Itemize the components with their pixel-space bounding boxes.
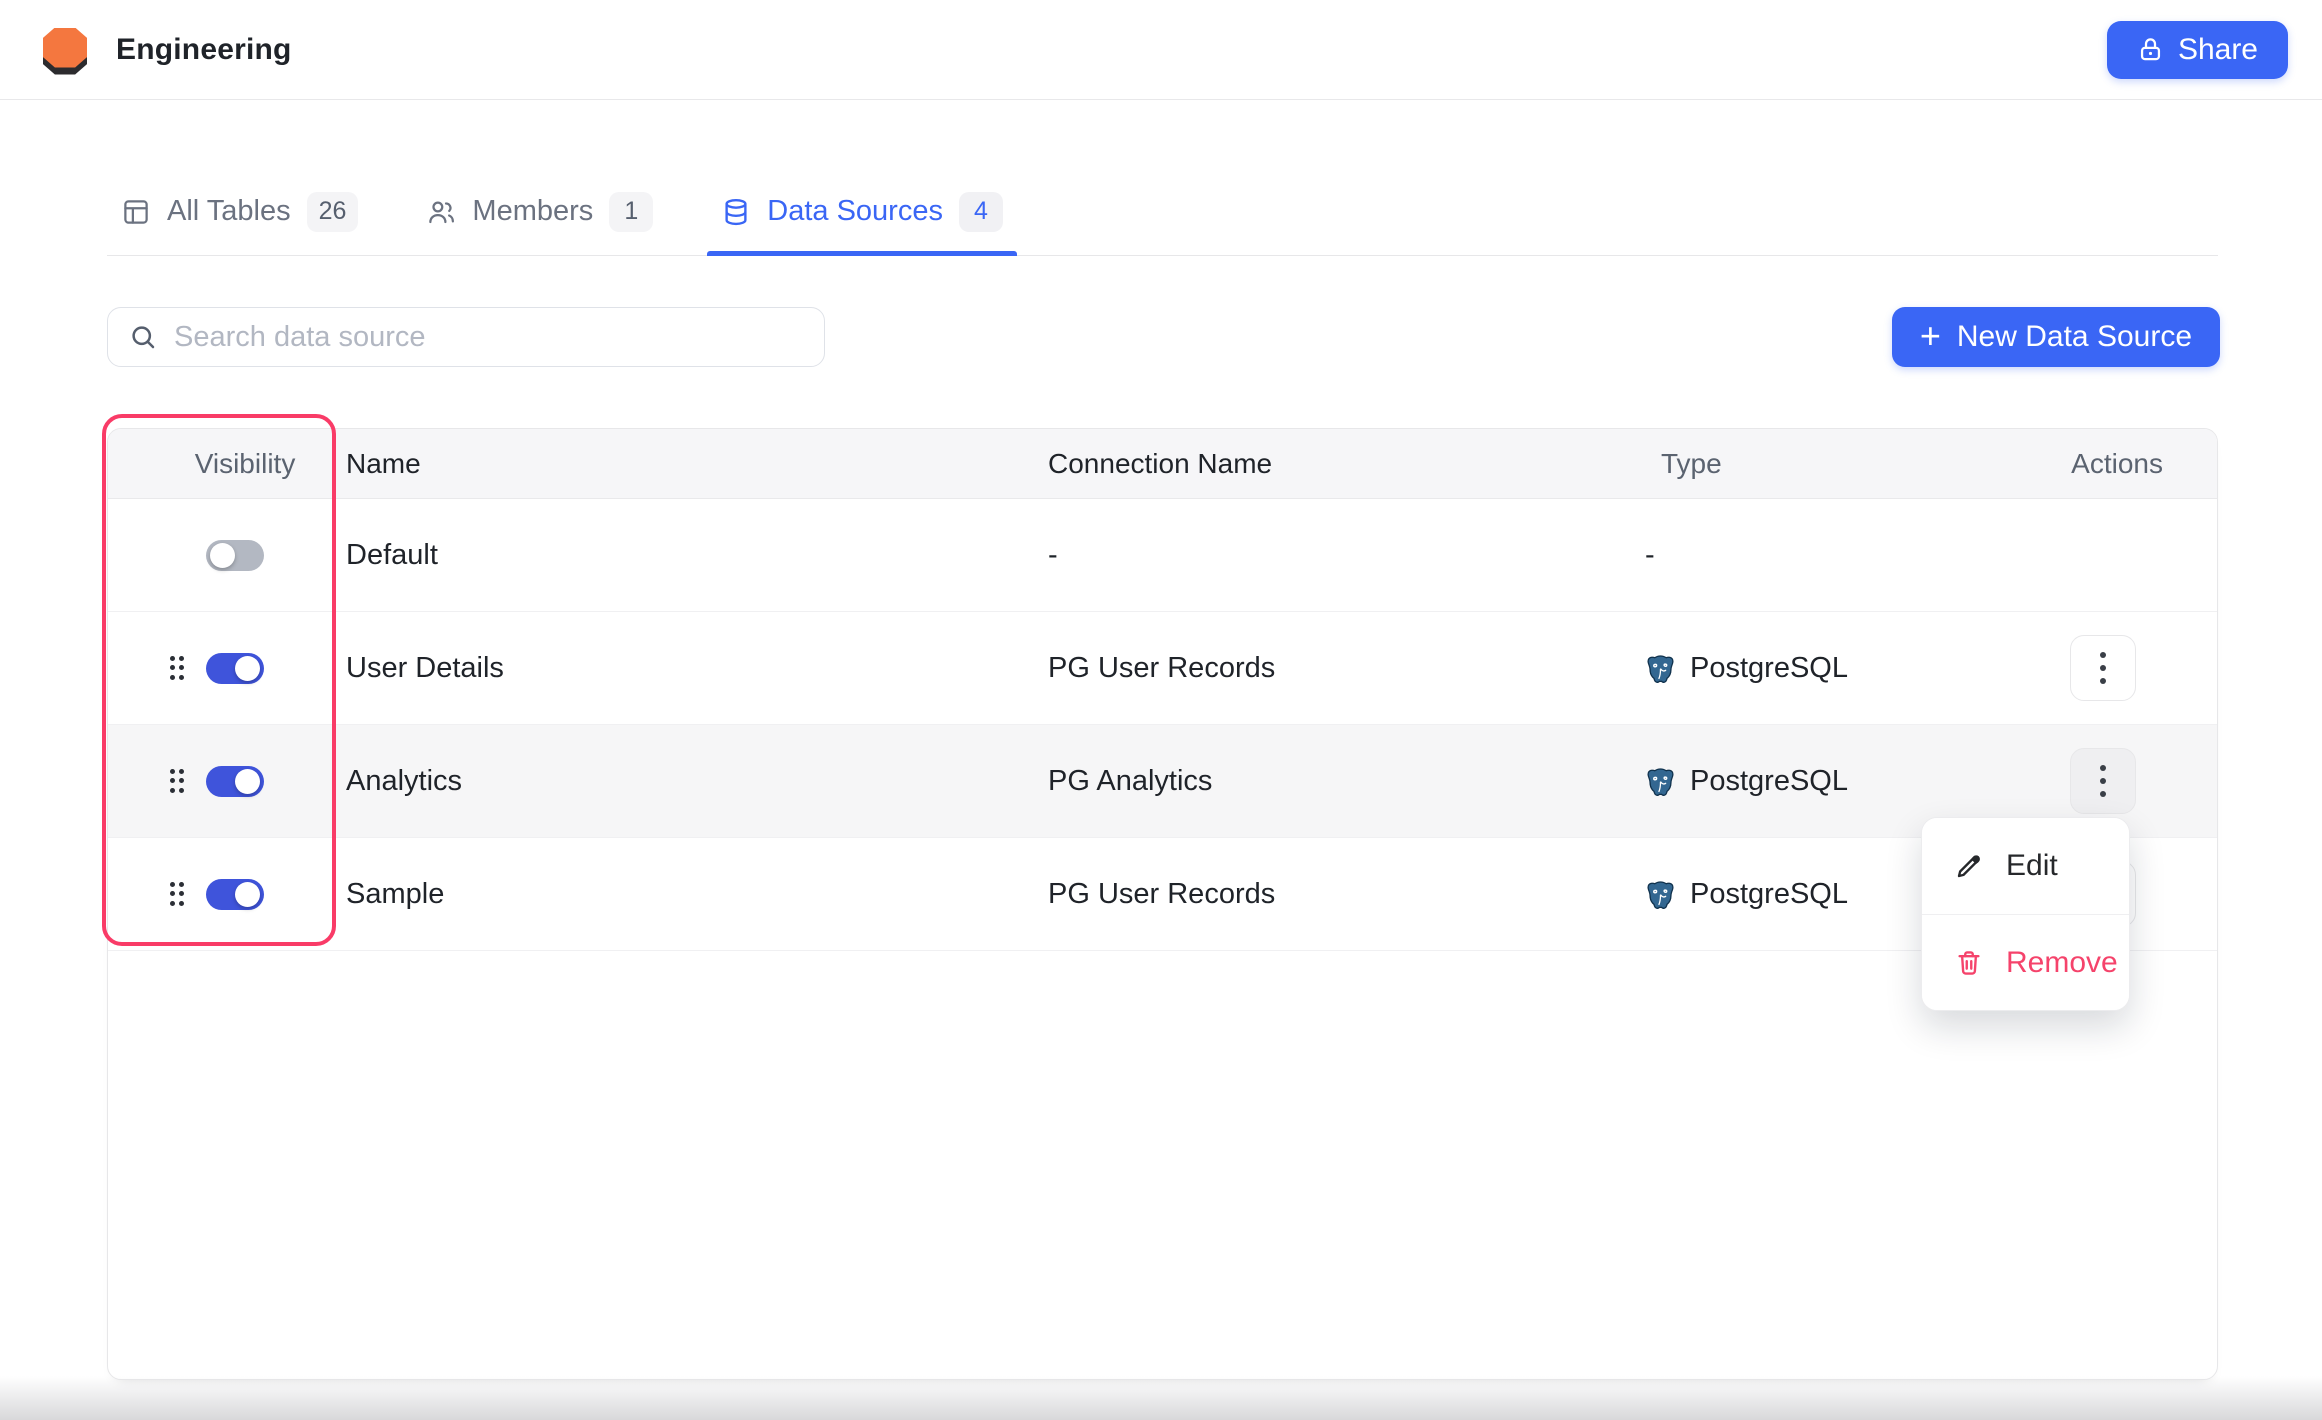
column-header-type: Type — [1631, 448, 2031, 480]
source-name: Sample — [334, 878, 1036, 911]
menu-item-remove[interactable]: Remove — [1922, 914, 2129, 1010]
source-type: PostgreSQL — [1690, 878, 1848, 911]
row-actions-button-open[interactable] — [2070, 748, 2136, 814]
search-input[interactable] — [174, 321, 804, 354]
tab-count-badge: 26 — [307, 192, 359, 232]
tab-data-sources[interactable]: Data Sources 4 — [707, 168, 1017, 255]
source-type: PostgreSQL — [1690, 765, 1848, 798]
column-header-name: Name — [334, 448, 1036, 480]
new-data-source-label: New Data Source — [1957, 320, 2192, 354]
top-bar: Engineering Share — [0, 0, 2322, 100]
new-data-source-button[interactable]: + New Data Source — [1892, 307, 2220, 367]
source-name: User Details — [334, 652, 1036, 685]
column-header-visibility: Visibility — [108, 448, 334, 480]
drag-handle-icon[interactable] — [168, 880, 186, 908]
trash-icon — [1954, 948, 1984, 978]
postgresql-icon — [1645, 766, 1676, 797]
visibility-toggle[interactable] — [206, 879, 264, 910]
search-icon — [128, 322, 158, 352]
share-button-label: Share — [2178, 33, 2258, 67]
column-header-connection-name: Connection Name — [1036, 448, 1631, 480]
source-name: Default — [334, 539, 1036, 572]
kebab-icon — [2100, 652, 2106, 684]
tab-label: All Tables — [167, 195, 291, 228]
column-header-actions: Actions — [2031, 448, 2218, 480]
table-row: Sample PG User Records PostgreSQL — [108, 838, 2217, 951]
tab-bar: All Tables 26 Members 1 Da — [107, 168, 2218, 256]
plus-icon: + — [1920, 318, 1941, 354]
connection-name: PG Analytics — [1036, 765, 1631, 798]
source-type: PostgreSQL — [1690, 652, 1848, 685]
search-box — [107, 307, 825, 367]
menu-item-label: Remove — [2006, 946, 2118, 980]
connection-name: PG User Records — [1036, 878, 1631, 911]
tab-label: Data Sources — [767, 195, 943, 228]
app-window: Engineering Share All Tables 26 — [0, 0, 2322, 1420]
source-name: Analytics — [334, 765, 1036, 798]
source-type: - — [1631, 539, 2031, 572]
table-row: Analytics PG Analytics PostgreSQL — [108, 725, 2217, 838]
row-actions-button[interactable] — [2070, 635, 2136, 701]
visibility-toggle[interactable] — [206, 540, 264, 571]
tab-count-badge: 1 — [609, 192, 653, 232]
menu-item-edit[interactable]: Edit — [1922, 818, 2129, 914]
connection-name: - — [1036, 539, 1631, 572]
workspace-logo-icon — [40, 25, 90, 75]
members-icon — [426, 197, 456, 227]
table-row: User Details PG User Records PostgreSQL — [108, 612, 2217, 725]
pencil-icon — [1954, 851, 1984, 881]
table-header-row: Visibility Name Connection Name Type Act… — [108, 429, 2217, 499]
tab-members[interactable]: Members 1 — [412, 168, 667, 255]
menu-item-label: Edit — [2006, 849, 2058, 883]
drag-handle-icon[interactable] — [168, 767, 186, 795]
database-icon — [721, 197, 751, 227]
page-bottom-fade — [0, 1376, 2322, 1420]
table-row: Default - - — [108, 499, 2217, 612]
postgresql-icon — [1645, 879, 1676, 910]
drag-handle-icon[interactable] — [168, 654, 186, 682]
tab-label: Members — [472, 195, 593, 228]
tab-count-badge: 4 — [959, 192, 1003, 232]
kebab-icon — [2100, 765, 2106, 797]
workspace-name: Engineering — [116, 33, 292, 67]
table-icon — [121, 197, 151, 227]
share-button[interactable]: Share — [2107, 21, 2288, 79]
connection-name: PG User Records — [1036, 652, 1631, 685]
row-actions-menu: Edit Remove — [1921, 817, 2130, 1011]
data-sources-table: Visibility Name Connection Name Type Act… — [107, 428, 2218, 1380]
postgresql-icon — [1645, 653, 1676, 684]
visibility-toggle[interactable] — [206, 653, 264, 684]
visibility-toggle[interactable] — [206, 766, 264, 797]
lock-icon — [2137, 36, 2164, 63]
tab-all-tables[interactable]: All Tables 26 — [107, 168, 372, 255]
